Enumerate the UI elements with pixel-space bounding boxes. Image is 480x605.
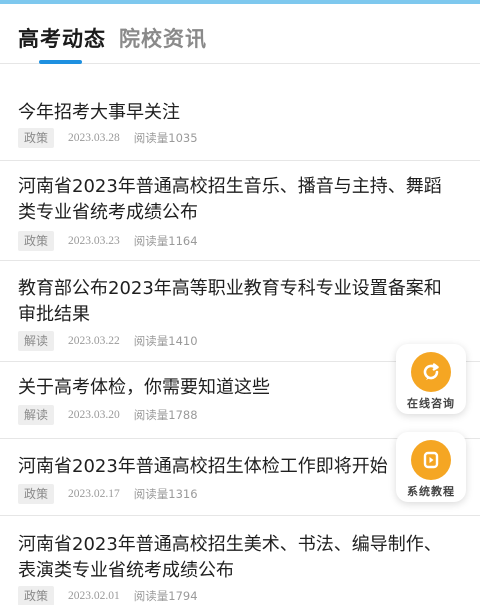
category-tag: 政策 — [18, 484, 55, 504]
refresh-chat-icon — [411, 352, 451, 392]
view-count: 阅读量1794 — [133, 589, 198, 603]
article-meta: 政策 2023.03.23 阅读量1164 — [18, 231, 198, 251]
article-date: 2023.03.22 — [68, 335, 120, 347]
article-meta: 解读 2023.03.22 阅读量1410 — [18, 331, 198, 351]
article-date: 2023.03.28 — [68, 132, 120, 144]
article-date: 2023.02.01 — [68, 590, 120, 602]
category-tag: 政策 — [18, 128, 55, 148]
article-item[interactable]: 河南省2023年普通高校招生音乐、播音与主持、舞蹈类专业省统考成绩公布 政策 2… — [0, 161, 480, 261]
article-date: 2023.02.17 — [68, 488, 120, 500]
view-count: 阅读量1164 — [133, 234, 198, 248]
view-count: 阅读量1035 — [133, 131, 198, 145]
view-count: 阅读量1788 — [133, 408, 198, 422]
category-tag: 政策 — [18, 231, 55, 251]
tutorial-label: 系统教程 — [407, 485, 455, 498]
tab-college-news[interactable]: 院校资讯 — [119, 23, 207, 53]
article-title: 河南省2023年普通高校招生音乐、播音与主持、舞蹈类专业省统考成绩公布 — [18, 176, 442, 223]
article-meta: 政策 2023.02.17 阅读量1316 — [18, 484, 198, 504]
play-icon — [411, 440, 451, 480]
article-date: 2023.03.20 — [68, 409, 120, 421]
tab-gaokao-news[interactable]: 高考动态 — [18, 23, 106, 53]
category-tag: 解读 — [18, 331, 55, 351]
tab-bar: 高考动态 院校资讯 — [0, 4, 480, 64]
view-count: 阅读量1410 — [133, 334, 198, 348]
article-date: 2023.03.23 — [68, 235, 120, 247]
tutorial-button[interactable]: 系统教程 — [396, 432, 466, 502]
consult-label: 在线咨询 — [407, 397, 455, 410]
view-count: 阅读量1316 — [133, 487, 198, 501]
online-consult-button[interactable]: 在线咨询 — [396, 344, 466, 414]
category-tag: 解读 — [18, 405, 55, 425]
article-title: 关于高考体检，你需要知道这些 — [18, 377, 270, 398]
article-title: 教育部公布2023年高等职业教育专科专业设置备案和审批结果 — [18, 278, 442, 325]
article-item[interactable]: 河南省2023年普通高校招生美术、书法、编导制作、表演类专业省统考成绩公布 政策… — [0, 516, 480, 605]
article-title: 河南省2023年普通高校招生美术、书法、编导制作、表演类专业省统考成绩公布 — [18, 534, 442, 581]
article-title: 河南省2023年普通高校招生体检工作即将开始 — [18, 456, 388, 477]
article-title: 今年招考大事早关注 — [18, 102, 180, 123]
article-meta: 政策 2023.03.28 阅读量1035 — [18, 128, 198, 148]
article-meta: 解读 2023.03.20 阅读量1788 — [18, 405, 198, 425]
article-item[interactable]: 今年招考大事早关注 政策 2023.03.28 阅读量1035 — [0, 64, 480, 161]
category-tag: 政策 — [18, 586, 55, 605]
article-meta: 政策 2023.02.01 阅读量1794 — [18, 586, 198, 605]
